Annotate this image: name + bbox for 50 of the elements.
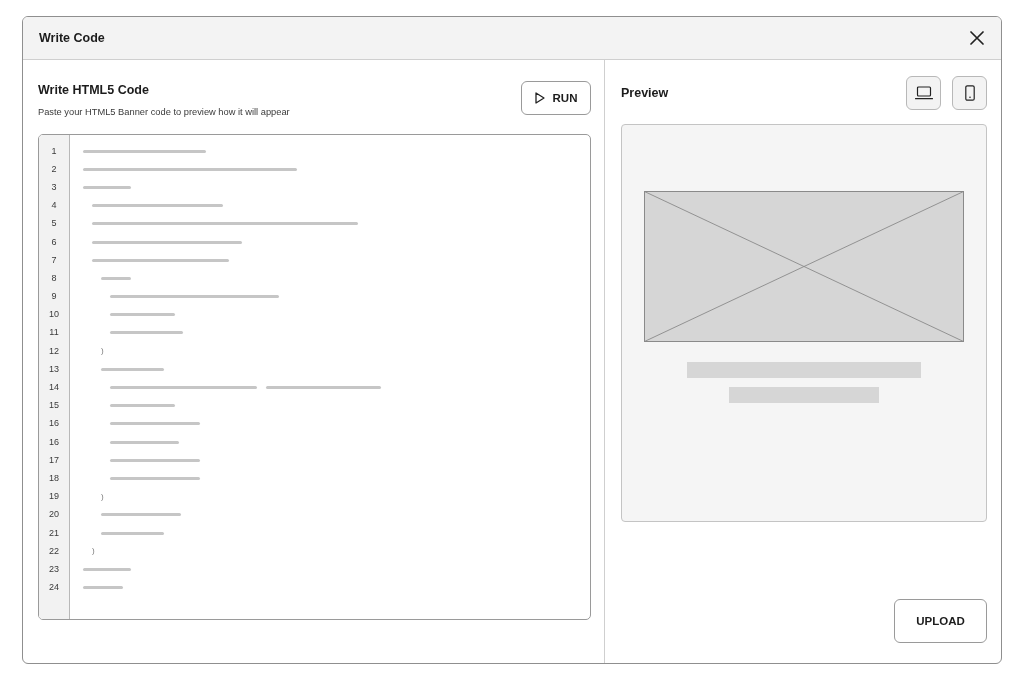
line-number: 4 [51, 200, 57, 212]
line-number: 3 [51, 181, 57, 193]
line-number: 23 [49, 563, 59, 575]
line-number: 22 [49, 545, 59, 557]
line-number: 16 [49, 436, 59, 448]
code-line-placeholder [101, 276, 131, 280]
line-number: 24 [49, 582, 59, 594]
line-number: 11 [49, 327, 59, 339]
code-line-placeholder [110, 313, 175, 317]
line-number: 19 [49, 491, 59, 503]
code-editor[interactable]: 1 2 3 4 5 6 7 8 9 10 11 12 13 14 15 16 16 17 18 19 20 21 22 23 24 ) ) ) [38, 134, 591, 620]
line-number: 9 [51, 291, 57, 303]
editor-subtitle: Paste your HTML5 Banner code to preview how it will appear [38, 106, 290, 118]
code-line-placeholder [101, 367, 164, 371]
mobile-view-button[interactable] [952, 76, 987, 110]
line-number: 14 [49, 382, 59, 394]
upload-button[interactable]: UPLOAD [894, 599, 987, 643]
run-button[interactable]: RUN [521, 81, 591, 115]
editor-title: Write HTML5 Code [38, 82, 150, 98]
line-number: 13 [49, 363, 59, 375]
code-line-placeholder [83, 567, 131, 571]
preview-title: Preview [621, 85, 669, 101]
line-number: 2 [51, 163, 57, 175]
line-number: 15 [49, 400, 59, 412]
code-line-placeholder [83, 185, 131, 189]
line-number: 21 [49, 527, 59, 539]
line-number: 6 [51, 236, 57, 248]
line-number: 7 [51, 254, 57, 266]
line-number: 8 [51, 272, 57, 284]
code-line-placeholder [110, 440, 179, 444]
code-text: ) [101, 346, 104, 357]
code-line-placeholder [110, 404, 175, 408]
line-number: 10 [49, 309, 59, 321]
line-number: 12 [49, 345, 59, 357]
laptop-icon [914, 86, 933, 100]
line-number: 20 [49, 509, 59, 521]
code-text: ) [101, 491, 104, 502]
play-icon [534, 92, 545, 104]
line-number: 17 [49, 454, 59, 466]
line-number: 5 [51, 218, 57, 230]
code-line-placeholder [83, 586, 123, 590]
line-number: 18 [49, 472, 59, 484]
close-icon[interactable] [970, 31, 984, 45]
code-text: ) [92, 546, 95, 557]
desktop-view-button[interactable] [906, 76, 941, 110]
dialog-title: Write Code [39, 31, 105, 45]
phone-icon [964, 85, 975, 101]
line-number: 16 [49, 418, 59, 430]
line-number: 1 [51, 145, 57, 157]
code-line-placeholder [101, 531, 164, 535]
